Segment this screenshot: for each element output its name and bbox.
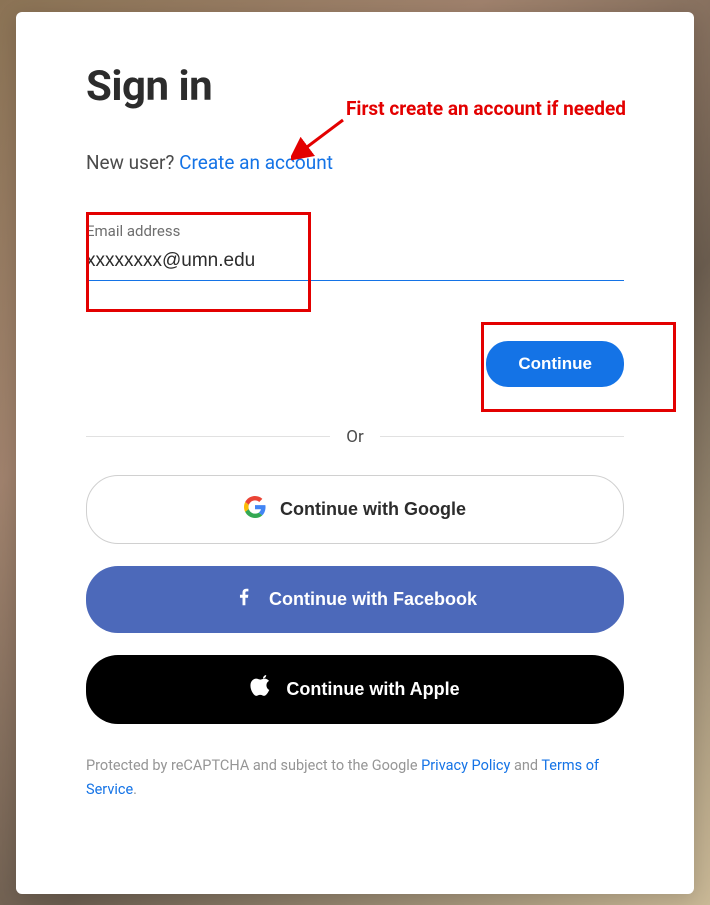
facebook-icon xyxy=(233,586,255,613)
create-account-link[interactable]: Create an account xyxy=(179,151,333,174)
signin-modal: Sign in New user? Create an account Emai… xyxy=(16,12,694,894)
google-button-label: Continue with Google xyxy=(280,499,466,520)
apple-icon xyxy=(250,675,272,704)
divider-row: Or xyxy=(86,427,624,447)
privacy-policy-link[interactable]: Privacy Policy xyxy=(421,757,510,774)
new-user-prompt: New user? xyxy=(86,151,179,174)
new-user-row: New user? Create an account xyxy=(86,151,624,174)
divider-line-left xyxy=(86,436,330,437)
email-label: Email address xyxy=(86,222,624,240)
email-field-wrapper: Email address xyxy=(86,222,624,281)
continue-apple-button[interactable]: Continue with Apple xyxy=(86,655,624,724)
email-input[interactable] xyxy=(86,246,624,281)
continue-button[interactable]: Continue xyxy=(486,341,624,387)
divider-label: Or xyxy=(346,427,363,447)
continue-google-button[interactable]: Continue with Google xyxy=(86,475,624,544)
apple-button-label: Continue with Apple xyxy=(286,679,459,700)
continue-row: Continue xyxy=(86,341,624,387)
footer-text: Protected by reCAPTCHA and subject to th… xyxy=(86,754,624,803)
footer-suffix: . xyxy=(133,781,137,798)
page-title: Sign in xyxy=(86,62,624,111)
footer-prefix: Protected by reCAPTCHA and subject to th… xyxy=(86,757,421,774)
continue-facebook-button[interactable]: Continue with Facebook xyxy=(86,566,624,633)
google-icon xyxy=(244,496,266,523)
divider-line-right xyxy=(380,436,624,437)
footer-and: and xyxy=(510,757,541,774)
facebook-button-label: Continue with Facebook xyxy=(269,589,477,610)
